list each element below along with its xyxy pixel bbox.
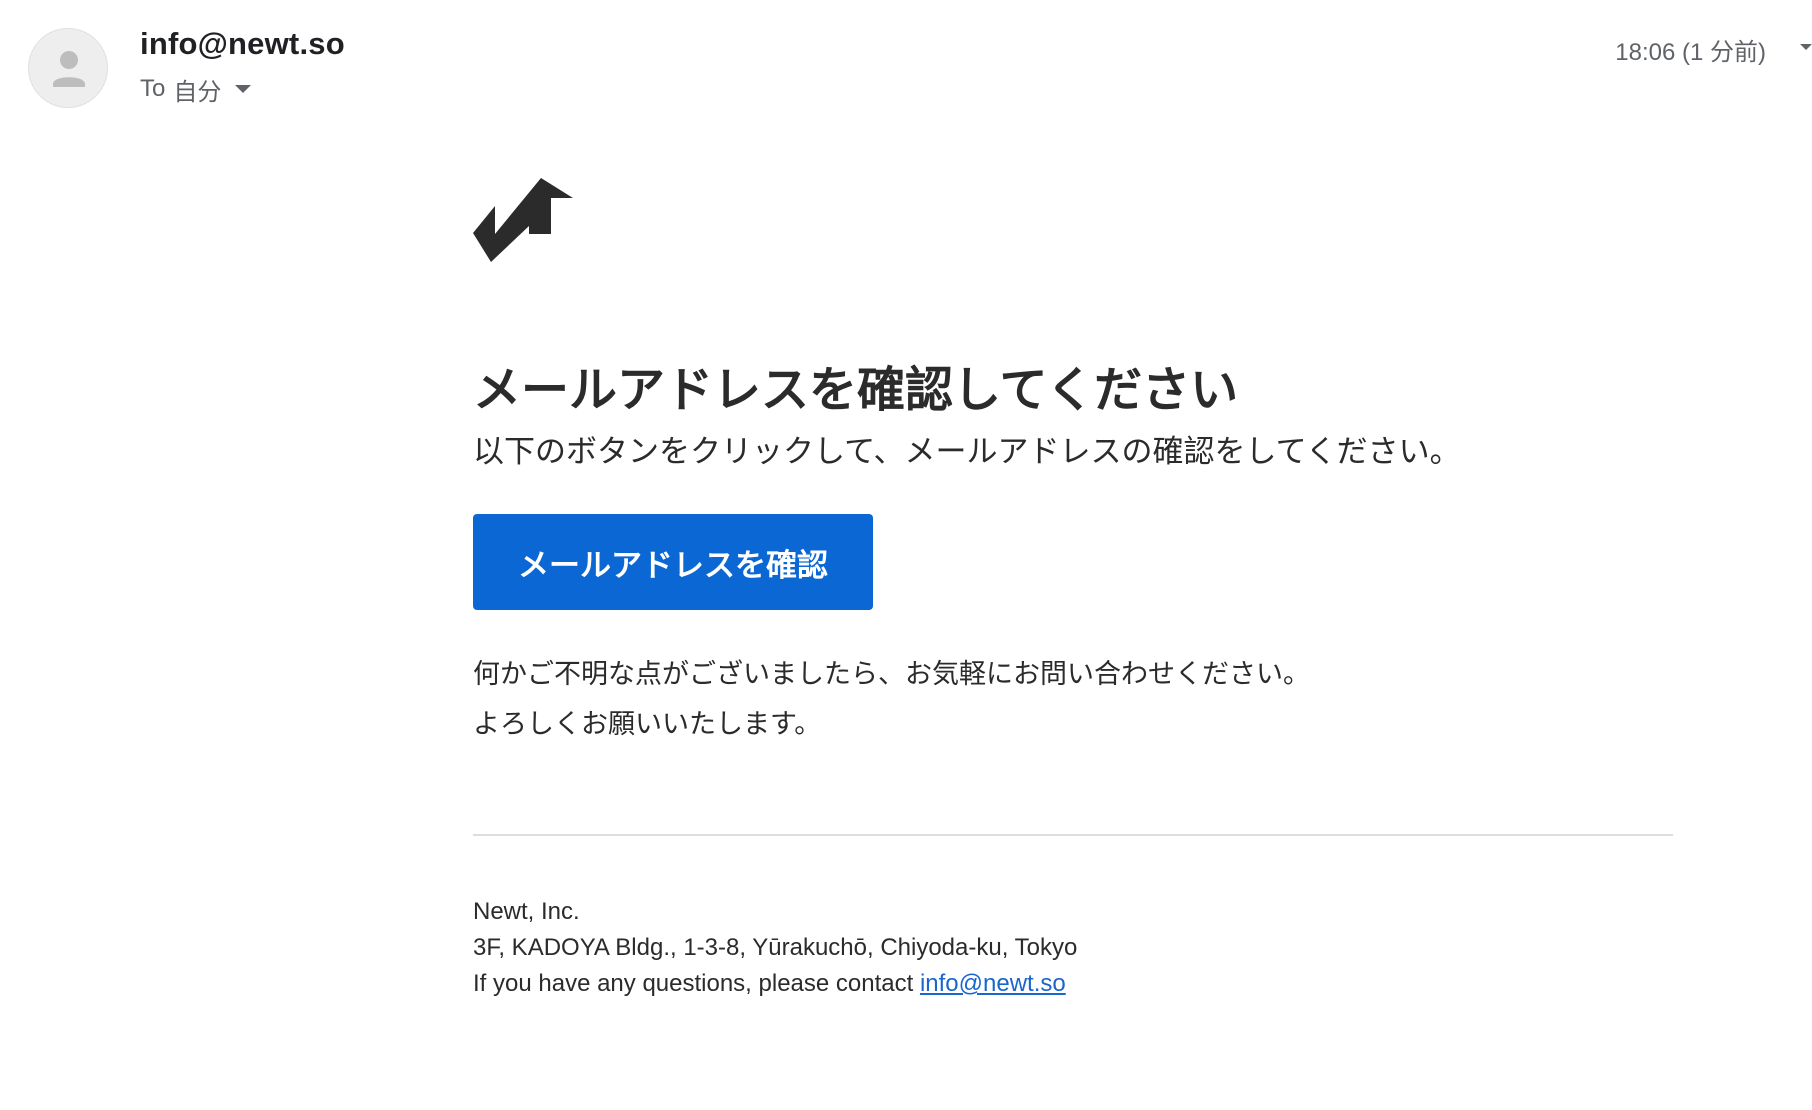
footer-contact-prefix: If you have any questions, please contac… [473, 970, 920, 997]
footer-divider [473, 834, 1673, 836]
body-text-line-2: よろしくお願いいたします。 [473, 709, 822, 739]
to-label: To [140, 75, 166, 102]
footer-contact-email-link[interactable]: info@newt.so [920, 970, 1066, 997]
more-options-caret-icon[interactable] [1800, 44, 1812, 50]
sender-address: info@newt.so [140, 26, 345, 61]
email-header: info@newt.so To 自分 18:06 (1 分前) [0, 0, 1812, 120]
footer-address: 3F, KADOYA Bldg., 1-3-8, Yūrakuchō, Chiy… [473, 934, 1078, 961]
recipient-name: 自分 [173, 78, 222, 106]
body-text-line-1: 何かご不明な点がございましたら、お気軽にお問い合わせください。 [473, 659, 1310, 689]
confirm-email-button[interactable]: メールアドレスを確認 [473, 514, 873, 610]
timestamp: 18:06 (1 分前) [1615, 39, 1766, 66]
footer-company: Newt, Inc. [473, 898, 580, 925]
footer-contact: If you have any questions, please contac… [473, 970, 1066, 998]
email-subhead: 以下のボタンをクリックして、メールアドレスの確認をしてください。 [473, 434, 1461, 469]
person-icon [53, 51, 85, 87]
sender-avatar[interactable] [28, 28, 108, 108]
newt-logo [473, 178, 573, 262]
show-details-caret-icon[interactable] [235, 85, 252, 93]
email-headline: メールアドレスを確認してください [473, 364, 1239, 417]
recipient-line: To 自分 [140, 72, 252, 106]
